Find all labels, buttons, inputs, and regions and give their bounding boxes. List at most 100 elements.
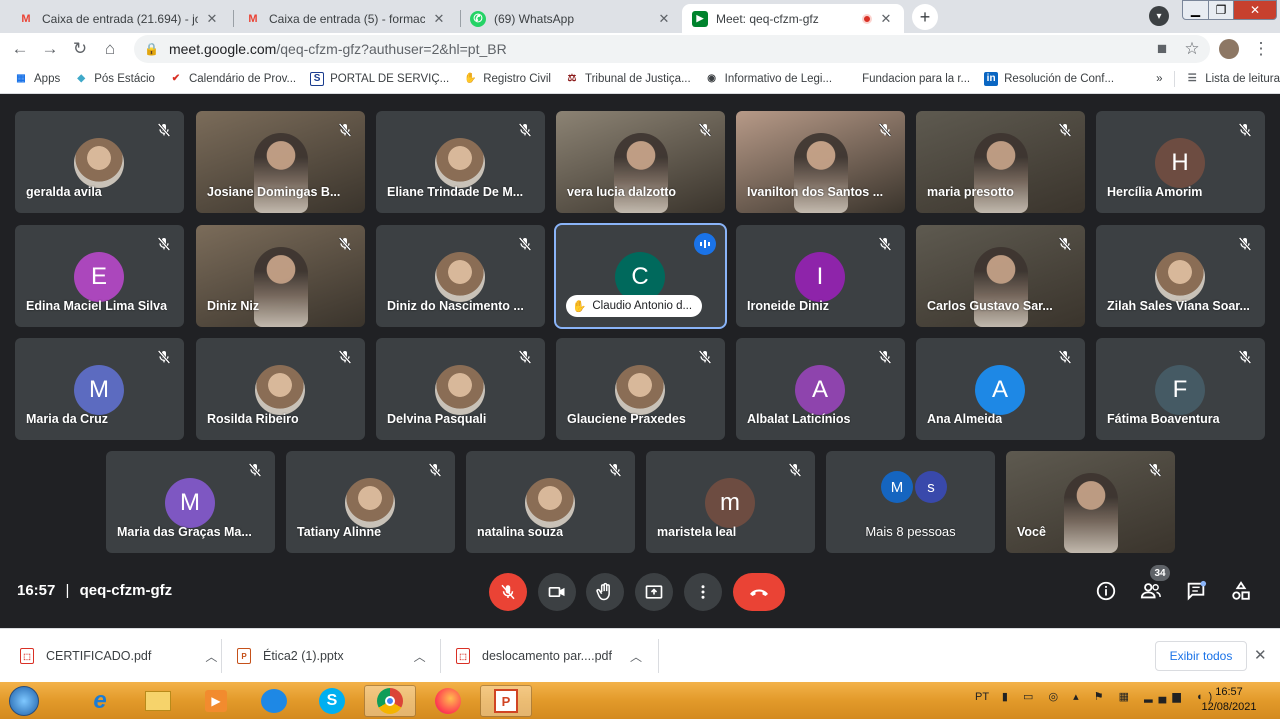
reading-list-button[interactable]: ☰ Lista de leitura: [1185, 72, 1280, 86]
download-item[interactable]: ⬚ deslocamento par....pdf ︿: [456, 629, 642, 683]
participants-button[interactable]: [1139, 579, 1163, 603]
participant-tile[interactable]: Josiane Domingas B...: [196, 111, 365, 213]
participant-tile[interactable]: Ivanilton dos Santos ...: [736, 111, 905, 213]
start-button[interactable]: [2, 685, 46, 717]
download-item[interactable]: ⬚ CERTIFICADO.pdf ︿: [20, 629, 217, 683]
bookmark-tribunal[interactable]: ⚖ Tribunal de Justiça...: [565, 72, 691, 86]
language-indicator[interactable]: PT: [975, 691, 989, 703]
participant-tile[interactable]: m maristela leal: [646, 451, 815, 553]
minimize-button[interactable]: ▁: [1182, 0, 1209, 20]
chevron-up-icon[interactable]: ︿: [205, 648, 217, 665]
participant-tile[interactable]: M Maria das Graças Ma...: [106, 451, 275, 553]
participant-name: Glauciene Praxedes: [567, 412, 686, 426]
tab-gmail-2[interactable]: M Caixa de entrada (5) - formacao@ ✕: [235, 4, 457, 33]
bookmark-informativo[interactable]: ◉ Informativo de Legi...: [705, 72, 832, 86]
video-feed: [253, 247, 308, 327]
meeting-details-icon[interactable]: [1094, 579, 1118, 603]
taskbar-skype[interactable]: S: [306, 685, 358, 717]
download-item[interactable]: P Ética2 (1).pptx ︿: [237, 629, 426, 683]
participant-name: maria presotto: [927, 185, 1014, 199]
participant-tile[interactable]: geralda avila: [15, 111, 184, 213]
taskbar-explorer[interactable]: [132, 685, 184, 717]
close-tab-icon[interactable]: ✕: [431, 11, 447, 27]
participant-tile[interactable]: F Fátima Boaventura: [1096, 338, 1265, 440]
bookmarks-overflow[interactable]: »: [1156, 73, 1162, 85]
taskbar-chrome[interactable]: [364, 685, 416, 717]
bookmark-portal[interactable]: S PORTAL DE SERVIÇ...: [310, 71, 449, 86]
participant-tile[interactable]: A Albalat Laticínios: [736, 338, 905, 440]
close-tab-icon[interactable]: ✕: [656, 11, 672, 27]
close-window-button[interactable]: ✕: [1233, 0, 1277, 20]
chevron-up-icon[interactable]: ︿: [414, 648, 426, 665]
participant-tile[interactable]: Delvina Pasquali: [376, 338, 545, 440]
participant-tile[interactable]: M Maria da Cruz: [15, 338, 184, 440]
mic-toggle-button[interactable]: [489, 573, 527, 611]
participant-tile[interactable]: Diniz do Nascimento ...: [376, 225, 545, 327]
chrome-icon: [377, 688, 403, 714]
tab-meet[interactable]: ▶ Meet: qeq-cfzm-gfz ✕: [682, 4, 904, 33]
participant-tile[interactable]: Eliane Trindade De M...: [376, 111, 545, 213]
muted-mic-icon: [1237, 236, 1253, 252]
participant-tile[interactable]: Zilah Sales Viana Soar...: [1096, 225, 1265, 327]
tray-icons[interactable]: ▮ ▭ ◎ ▴ ⚑ ▦ ▂▄▆ ◖): [1002, 691, 1218, 703]
camera-permission-icon[interactable]: ■: [1151, 38, 1173, 60]
participant-tile[interactable]: Diniz Niz: [196, 225, 365, 327]
account-avatar[interactable]: [1218, 38, 1240, 60]
leave-call-button[interactable]: [733, 573, 785, 611]
participant-tile[interactable]: Tatiany Alinne: [286, 451, 455, 553]
taskbar-firefox[interactable]: [422, 685, 474, 717]
taskbar-messenger[interactable]: [248, 685, 300, 717]
participant-tile[interactable]: Glauciene Praxedes: [556, 338, 725, 440]
participant-tile[interactable]: Rosilda Ribeiro: [196, 338, 365, 440]
participant-name: Mais 8 pessoas: [865, 524, 956, 539]
taskbar-media-player[interactable]: ▶: [190, 685, 242, 717]
participant-tile[interactable]: natalina souza: [466, 451, 635, 553]
new-tab-button[interactable]: +: [912, 4, 938, 30]
bookmark-resolucion[interactable]: in Resolución de Conf...: [984, 71, 1114, 86]
tab-whatsapp[interactable]: ✆ (69) WhatsApp ✕: [460, 4, 682, 33]
more-options-button[interactable]: [684, 573, 722, 611]
back-icon[interactable]: ←: [9, 38, 31, 60]
download-filename: Ética2 (1).pptx: [263, 649, 344, 663]
raise-hand-button[interactable]: [586, 573, 624, 611]
camera-toggle-button[interactable]: [538, 573, 576, 611]
participant-tile[interactable]: Você: [1006, 451, 1175, 553]
taskbar-powerpoint[interactable]: P: [480, 685, 532, 717]
participant-tile[interactable]: H Hercília Amorim: [1096, 111, 1265, 213]
activities-button[interactable]: [1229, 579, 1253, 603]
close-tab-icon[interactable]: ✕: [204, 11, 220, 27]
participant-name: Carlos Gustavo Sar...: [927, 299, 1053, 313]
taskbar-clock[interactable]: 16:57 12/08/2021: [1198, 685, 1260, 715]
bookmark-registro-civil[interactable]: ✋ Registro Civil: [463, 72, 551, 86]
reload-icon[interactable]: ↻: [69, 38, 91, 60]
participant-tile[interactable]: maria presotto: [916, 111, 1085, 213]
chat-button[interactable]: [1184, 579, 1208, 603]
avatar: A: [975, 365, 1025, 415]
close-download-bar-icon[interactable]: ✕: [1254, 646, 1267, 664]
participant-tile[interactable]: A Ana Almeida: [916, 338, 1085, 440]
participant-tile[interactable]: E Edina Maciel Lima Silva: [15, 225, 184, 327]
participant-tile[interactable]: Ms Mais 8 pessoas: [826, 451, 995, 553]
address-bar[interactable]: 🔒 meet.google.com/qeq-cfzm-gfz?authuser=…: [134, 35, 1210, 63]
profile-menu-icon[interactable]: ▾: [1149, 6, 1169, 26]
bookmark-fundacion[interactable]: Fundacion para la r...: [862, 73, 970, 85]
forward-icon[interactable]: →: [39, 38, 61, 60]
show-all-downloads-button[interactable]: Exibir todos: [1155, 641, 1247, 671]
tab-gmail-1[interactable]: M Caixa de entrada (21.694) - josele ✕: [8, 4, 230, 33]
close-tab-icon[interactable]: ✕: [878, 11, 894, 27]
bookmark-calendario[interactable]: ✔ Calendário de Prov...: [169, 72, 296, 86]
maximize-button[interactable]: ❐: [1208, 0, 1234, 20]
home-icon[interactable]: ⌂: [99, 38, 121, 60]
participant-tile[interactable]: vera lucia dalzotto: [556, 111, 725, 213]
chevron-up-icon[interactable]: ︿: [630, 648, 642, 665]
browser-menu-icon[interactable]: ⋮: [1250, 38, 1272, 60]
taskbar-ie[interactable]: e: [74, 685, 126, 717]
participant-tile[interactable]: C ✋ Claudio Antonio d...: [554, 223, 727, 329]
bookmark-star-icon[interactable]: ☆: [1181, 38, 1203, 60]
participant-tile[interactable]: Carlos Gustavo Sar...: [916, 225, 1085, 327]
present-screen-button[interactable]: [635, 573, 673, 611]
bookmark-divider: [1174, 70, 1176, 87]
participant-tile[interactable]: I Ironeide Diniz: [736, 225, 905, 327]
bookmark-pos-estacio[interactable]: ◆ Pós Estácio: [74, 72, 155, 86]
bookmark-apps[interactable]: ▦ Apps: [14, 72, 60, 86]
